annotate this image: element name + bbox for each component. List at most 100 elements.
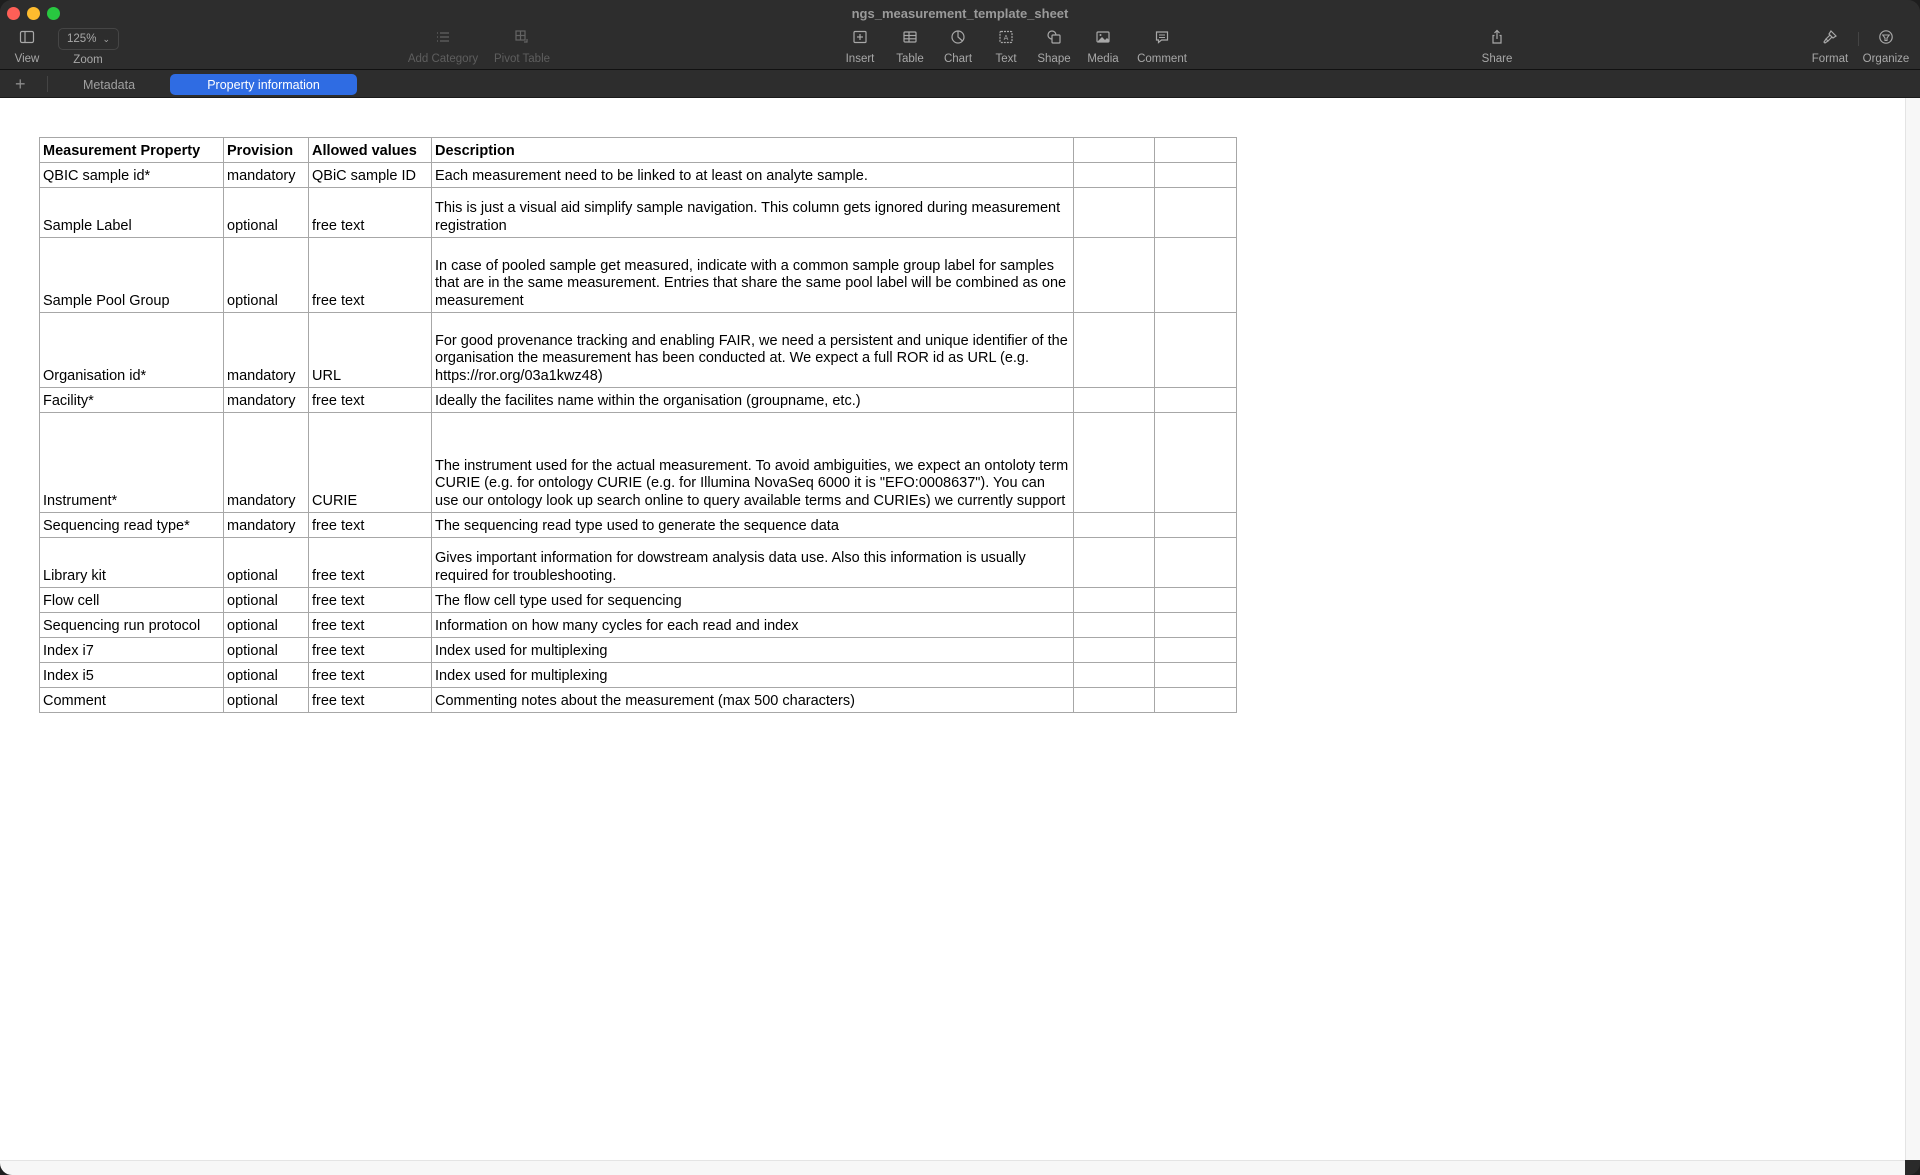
- cell-description[interactable]: The flow cell type used for sequencing: [431, 587, 1074, 613]
- cell-description[interactable]: Index used for multiplexing: [431, 662, 1074, 688]
- cell-property[interactable]: Library kit: [39, 537, 224, 588]
- cell-description[interactable]: This is just a visual aid simplify sampl…: [431, 187, 1074, 238]
- empty-cell[interactable]: [1073, 312, 1155, 388]
- cell-provision[interactable]: mandatory: [223, 162, 309, 188]
- cell-description[interactable]: The sequencing read type used to generat…: [431, 512, 1074, 538]
- share-button[interactable]: Share: [1457, 28, 1537, 65]
- cell-description[interactable]: Information on how many cycles for each …: [431, 612, 1074, 638]
- cell-allowed-values[interactable]: free text: [308, 537, 432, 588]
- cell-provision[interactable]: mandatory: [223, 312, 309, 388]
- header-description[interactable]: Description: [431, 137, 1074, 163]
- cell-provision[interactable]: optional: [223, 637, 309, 663]
- pivot-table-button[interactable]: Pivot Table: [482, 28, 562, 65]
- empty-cell[interactable]: [1073, 512, 1155, 538]
- cell-property[interactable]: Organisation id*: [39, 312, 224, 388]
- cell-property[interactable]: QBIC sample id*: [39, 162, 224, 188]
- cell-allowed-values[interactable]: free text: [308, 662, 432, 688]
- numbers-window: ngs_measurement_template_sheet View 125%…: [0, 0, 1920, 1175]
- cell-description[interactable]: Commenting notes about the measurement (…: [431, 687, 1074, 713]
- cell-property[interactable]: Comment: [39, 687, 224, 713]
- cell-property[interactable]: Instrument*: [39, 412, 224, 513]
- header-allowed-values[interactable]: Allowed values: [308, 137, 432, 163]
- cell-property[interactable]: Facility*: [39, 387, 224, 413]
- cell-provision[interactable]: mandatory: [223, 387, 309, 413]
- tab-metadata[interactable]: Metadata: [70, 74, 148, 95]
- tab-property-information[interactable]: Property information: [170, 74, 357, 95]
- cell-allowed-values[interactable]: URL: [308, 312, 432, 388]
- empty-cell[interactable]: [1073, 187, 1155, 238]
- empty-cell[interactable]: [1154, 612, 1237, 638]
- empty-cell[interactable]: [1073, 537, 1155, 588]
- cell-property[interactable]: Sample Pool Group: [39, 237, 224, 313]
- scroll-corner: [1905, 1160, 1920, 1175]
- cell-description[interactable]: In case of pooled sample get measured, i…: [431, 237, 1074, 313]
- cell-property[interactable]: Sequencing run protocol: [39, 612, 224, 638]
- cell-allowed-values[interactable]: free text: [308, 687, 432, 713]
- header-measurement-property[interactable]: Measurement Property: [39, 137, 224, 163]
- empty-cell[interactable]: [1073, 387, 1155, 413]
- empty-cell[interactable]: [1073, 237, 1155, 313]
- empty-cell[interactable]: [1154, 312, 1237, 388]
- cell-property[interactable]: Sample Label: [39, 187, 224, 238]
- empty-cell[interactable]: [1073, 587, 1155, 613]
- cell-property[interactable]: Sequencing read type*: [39, 512, 224, 538]
- cell-provision[interactable]: optional: [223, 237, 309, 313]
- empty-cell[interactable]: [1073, 162, 1155, 188]
- empty-cell[interactable]: [1154, 687, 1237, 713]
- cell-allowed-values[interactable]: free text: [308, 187, 432, 238]
- cell-provision[interactable]: optional: [223, 662, 309, 688]
- cell-provision[interactable]: mandatory: [223, 512, 309, 538]
- cell-provision[interactable]: optional: [223, 537, 309, 588]
- cell-description[interactable]: Each measurement need to be linked to at…: [431, 162, 1074, 188]
- cell-allowed-values[interactable]: free text: [308, 612, 432, 638]
- empty-cell[interactable]: [1154, 237, 1237, 313]
- empty-cell[interactable]: [1154, 162, 1237, 188]
- empty-cell[interactable]: [1154, 537, 1237, 588]
- empty-cell[interactable]: [1073, 612, 1155, 638]
- empty-cell[interactable]: [1154, 512, 1237, 538]
- empty-cell[interactable]: [1073, 637, 1155, 663]
- empty-cell[interactable]: [1154, 387, 1237, 413]
- cell-provision[interactable]: optional: [223, 687, 309, 713]
- cell-allowed-values[interactable]: free text: [308, 387, 432, 413]
- cell-description[interactable]: Ideally the facilites name within the or…: [431, 387, 1074, 413]
- add-category-button[interactable]: Add Category: [403, 28, 483, 65]
- cell-provision[interactable]: optional: [223, 187, 309, 238]
- cell-allowed-values[interactable]: free text: [308, 237, 432, 313]
- cell-provision[interactable]: mandatory: [223, 412, 309, 513]
- comment-button[interactable]: Comment: [1122, 28, 1202, 65]
- empty-cell[interactable]: [1073, 662, 1155, 688]
- cell-allowed-values[interactable]: QBiC sample ID: [308, 162, 432, 188]
- cell-provision[interactable]: optional: [223, 612, 309, 638]
- cell-description[interactable]: For good provenance tracking and enablin…: [431, 312, 1074, 388]
- cell-property[interactable]: Index i5: [39, 662, 224, 688]
- organize-button[interactable]: Organize: [1846, 28, 1920, 65]
- header-empty-cell[interactable]: [1073, 137, 1155, 163]
- shape-icon: [1045, 28, 1063, 46]
- header-provision[interactable]: Provision: [223, 137, 309, 163]
- horizontal-scrollbar[interactable]: [0, 1160, 1905, 1175]
- vertical-scrollbar[interactable]: [1905, 98, 1920, 1160]
- cell-provision[interactable]: optional: [223, 587, 309, 613]
- empty-cell[interactable]: [1073, 412, 1155, 513]
- add-sheet-button[interactable]: +: [15, 73, 26, 95]
- empty-cell[interactable]: [1073, 687, 1155, 713]
- header-empty-cell[interactable]: [1154, 137, 1237, 163]
- cell-property[interactable]: Index i7: [39, 637, 224, 663]
- cell-allowed-values[interactable]: CURIE: [308, 412, 432, 513]
- cell-allowed-values[interactable]: free text: [308, 637, 432, 663]
- table-row: Flow cell optional free text The flow cell …: [39, 587, 1237, 613]
- view-button[interactable]: View: [0, 28, 67, 65]
- cell-description[interactable]: Index used for multiplexing: [431, 637, 1074, 663]
- zoom-dropdown[interactable]: 125% ⌄: [58, 28, 119, 50]
- empty-cell[interactable]: [1154, 187, 1237, 238]
- empty-cell[interactable]: [1154, 662, 1237, 688]
- cell-allowed-values[interactable]: free text: [308, 512, 432, 538]
- empty-cell[interactable]: [1154, 587, 1237, 613]
- cell-description[interactable]: The instrument used for the actual measu…: [431, 412, 1074, 513]
- empty-cell[interactable]: [1154, 412, 1237, 513]
- empty-cell[interactable]: [1154, 637, 1237, 663]
- cell-property[interactable]: Flow cell: [39, 587, 224, 613]
- cell-description[interactable]: Gives important information for dowstrea…: [431, 537, 1074, 588]
- cell-allowed-values[interactable]: free text: [308, 587, 432, 613]
